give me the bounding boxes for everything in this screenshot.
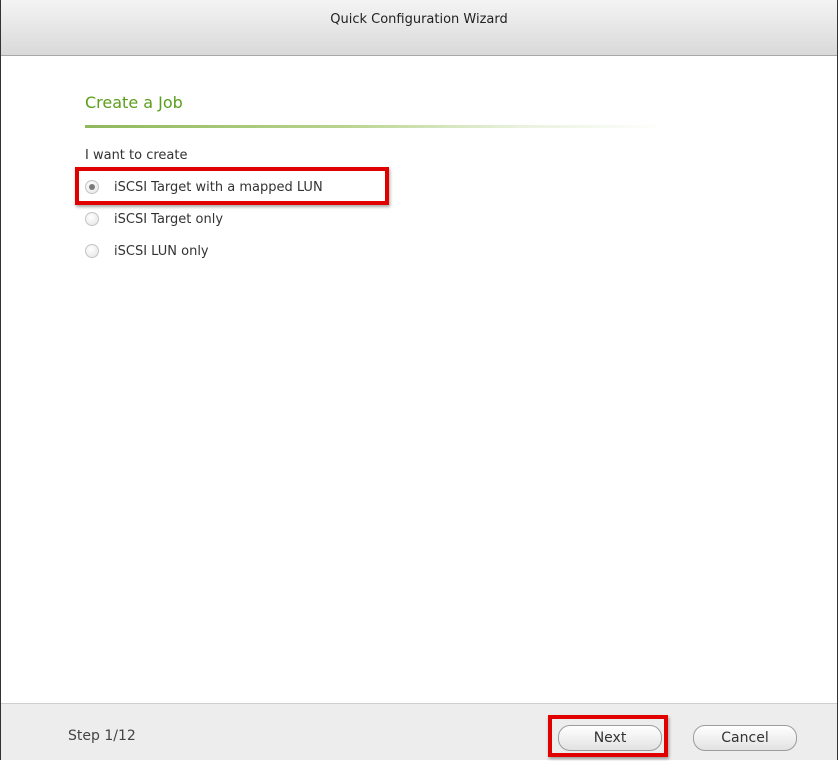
option-target-only[interactable]: iSCSI Target only	[85, 208, 223, 230]
step-indicator: Step 1/12	[68, 728, 136, 744]
option-label: iSCSI Target only	[114, 211, 224, 227]
cancel-button[interactable]: Cancel	[693, 725, 797, 751]
radio-button[interactable]	[85, 244, 99, 258]
wizard-window: Quick Configuration Wizard Create a Job …	[0, 0, 838, 760]
window-title: Quick Configuration Wizard	[330, 12, 508, 27]
radio-button[interactable]	[85, 212, 99, 226]
wizard-footer: Step 1/12 Next Cancel	[1, 703, 837, 760]
radio-button-selected[interactable]	[85, 180, 99, 194]
create-prompt: I want to create	[85, 148, 188, 163]
option-target-with-lun[interactable]: iSCSI Target with a mapped LUN	[85, 176, 323, 198]
option-label: iSCSI Target with a mapped LUN	[114, 179, 323, 195]
section-divider	[85, 125, 665, 128]
wizard-content: Create a Job I want to create iSCSI Targ…	[1, 56, 837, 703]
section-title: Create a Job	[85, 93, 183, 112]
option-lun-only[interactable]: iSCSI LUN only	[85, 240, 209, 262]
next-button[interactable]: Next	[558, 725, 662, 751]
title-bar: Quick Configuration Wizard	[1, 0, 837, 56]
option-label: iSCSI LUN only	[114, 243, 209, 259]
